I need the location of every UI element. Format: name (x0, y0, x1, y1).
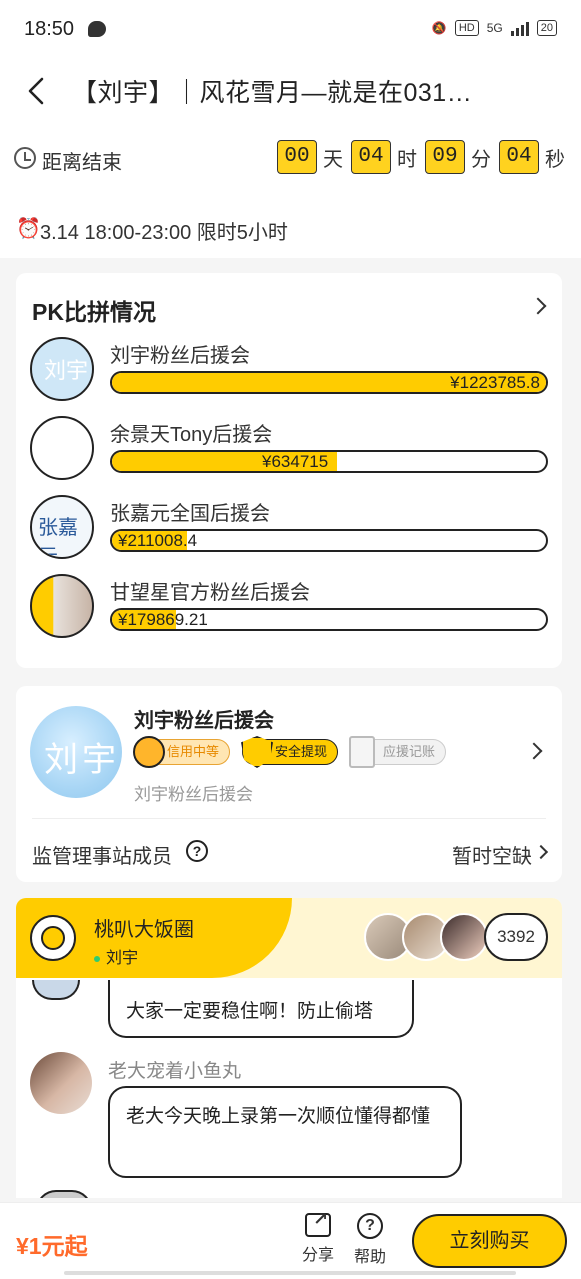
avatar[interactable] (30, 1052, 92, 1114)
circle-member-name: 刘宇 (106, 950, 139, 967)
home-indicator (64, 1271, 516, 1275)
message-sender: 老大宠着小鱼丸 (108, 1061, 242, 1082)
alarm-clock-icon: ⏰ (16, 218, 41, 240)
pk-entry[interactable]: 余景天Tony后援会 ¥634715 (30, 416, 550, 486)
pk-progress-bar: ¥634715 (110, 450, 548, 473)
pk-entry-name: 甘望星官方粉丝后援会 (110, 582, 310, 604)
pk-entry[interactable]: 甘望星官方粉丝后援会 ¥179869.21 (30, 574, 550, 644)
status-time: 18:50 (24, 18, 75, 40)
pk-entry-amount: ¥634715 (262, 452, 329, 471)
record-badge: 应援记账 (349, 736, 447, 768)
seconds-unit: 秒 (545, 148, 565, 171)
back-arrow-icon[interactable] (22, 76, 52, 106)
pk-progress-bar: ¥211008.4 (110, 529, 548, 552)
countdown-days: 00 (277, 140, 317, 174)
online-dot (94, 955, 100, 962)
clock-icon (14, 147, 36, 169)
countdown-label: 距离结束 (42, 152, 122, 174)
minutes-unit: 分 (471, 148, 491, 171)
top-bar: 【刘宇】｜风花雪月—就是在031… (0, 62, 581, 122)
bottom-bar: ¥1元起 分享 ? 帮助 立刻购买 (0, 1202, 581, 1279)
divider (32, 818, 546, 819)
club-avatar (30, 574, 94, 638)
time-info-row: ⏰ 3.14 18:00-23:00 限时5小时 (0, 192, 581, 258)
ledger-icon (349, 736, 376, 768)
pk-entry-name: 张嘉元全国后援会 (110, 503, 270, 525)
share-icon (305, 1209, 331, 1237)
share-label: 分享 (301, 1247, 334, 1264)
chevron-right-icon[interactable] (529, 297, 547, 315)
planet-icon (30, 915, 76, 961)
circle-header[interactable]: 桃叭大饭圈 刘宇 3392 (16, 898, 562, 978)
days-unit: 天 (323, 148, 343, 171)
circle-member: 刘宇 (94, 944, 138, 968)
signal-icon (510, 20, 529, 36)
buy-now-button[interactable]: 立刻购买 (412, 1214, 567, 1268)
pk-entry[interactable]: 刘宇 刘宇粉丝后援会 ¥1223785.8 (30, 337, 550, 407)
circle-name: 桃叭大饭圈 (94, 919, 194, 941)
chevron-right-icon[interactable] (525, 742, 543, 760)
club-avatar: 张嘉元 (30, 495, 94, 559)
club-logo: 刘宇 (30, 706, 122, 798)
countdown-timer: 00 天 04 时 09 分 04 秒 (277, 140, 567, 174)
club-subtitle: 刘宇粉丝后援会 (134, 785, 253, 804)
pk-entry-name: 余景天Tony后援会 (110, 424, 273, 446)
pk-entry-amount: ¥1223785.8 (450, 373, 540, 392)
countdown-minutes: 09 (425, 140, 465, 174)
safe-withdraw-badge: 安全提现 (241, 736, 339, 768)
help-label: 帮助 (353, 1249, 386, 1266)
club-name: 刘宇粉丝后援会 (134, 710, 274, 732)
pk-entry-amount: ¥179869.21 (118, 610, 208, 629)
member-avatars[interactable] (364, 913, 488, 961)
club-card[interactable]: 刘宇 刘宇粉丝后援会 信用中等 安全提现 应援记账 刘宇粉丝后援会 监管理事站成… (16, 686, 562, 882)
status-icons: 🔕 HD 5G 20 (432, 20, 557, 36)
member-count[interactable]: 3392 (484, 913, 548, 961)
chat-notification-icon (88, 21, 106, 37)
battery-icon: 20 (536, 20, 557, 36)
chat-message: 老大今天晚上录第一次顺位懂得都懂 (108, 1086, 462, 1178)
club-avatar: 刘宇 (30, 337, 94, 401)
avatar (32, 980, 80, 1000)
countdown-seconds: 04 (499, 140, 539, 174)
pk-entry[interactable]: 张嘉元 张嘉元全国后援会 ¥211008.4 (30, 495, 550, 565)
chevron-right-icon[interactable] (533, 844, 549, 860)
price-label: ¥1元起 (16, 1233, 88, 1259)
question-icon[interactable]: ? (186, 840, 208, 862)
supervisor-status[interactable]: 暂时空缺 (452, 840, 532, 869)
share-button[interactable]: 分享 (298, 1209, 338, 1265)
help-button[interactable]: ? 帮助 (350, 1213, 390, 1267)
pk-entry-name: 刘宇粉丝后援会 (110, 345, 250, 367)
countdown-row: 距离结束 00 天 04 时 09 分 04 秒 (0, 122, 581, 192)
avatar (440, 913, 488, 961)
club-avatar (30, 416, 94, 480)
avatar (36, 1190, 92, 1198)
club-badges: 信用中等 安全提现 应援记账 (133, 736, 447, 768)
flame-icon (133, 736, 165, 768)
time-info-text: 3.14 18:00-23:00 限时5小时 (40, 222, 288, 244)
pk-entry-amount: ¥211008.4 (118, 531, 198, 550)
hours-unit: 时 (397, 148, 417, 171)
fan-circle-panel: 桃叭大饭圈 刘宇 3392 大家一定要稳住啊！防止偷塔 老大宠着小鱼丸 老大今天… (16, 898, 562, 1198)
record-badge-label: 应援记账 (383, 744, 436, 759)
network-label: 5G (486, 21, 503, 35)
status-bar: 18:50 🔕 HD 5G 20 (0, 0, 581, 62)
credit-badge-label: 信用中等 (167, 744, 220, 759)
page-title: 【刘宇】｜风花雪月—就是在031… (72, 79, 473, 107)
mute-icon: 🔕 (431, 21, 447, 35)
pk-title: PK比拼情况 (32, 299, 156, 325)
chat-message: 大家一定要稳住啊！防止偷塔 (108, 980, 414, 1038)
hd-icon: HD (454, 20, 479, 36)
safe-badge-label: 安全提现 (275, 744, 328, 759)
shield-check-icon (241, 736, 274, 768)
supervisor-label: 监管理事站成员 (32, 846, 172, 868)
pk-card[interactable]: PK比拼情况 刘宇 刘宇粉丝后援会 ¥1223785.8 余景天Tony后援会 … (16, 273, 562, 668)
countdown-hours: 04 (351, 140, 391, 174)
help-icon: ? (357, 1213, 383, 1239)
pk-progress-bar: ¥179869.21 (110, 608, 548, 631)
pk-progress-bar: ¥1223785.8 (110, 371, 548, 394)
credit-badge: 信用中等 (133, 736, 231, 768)
